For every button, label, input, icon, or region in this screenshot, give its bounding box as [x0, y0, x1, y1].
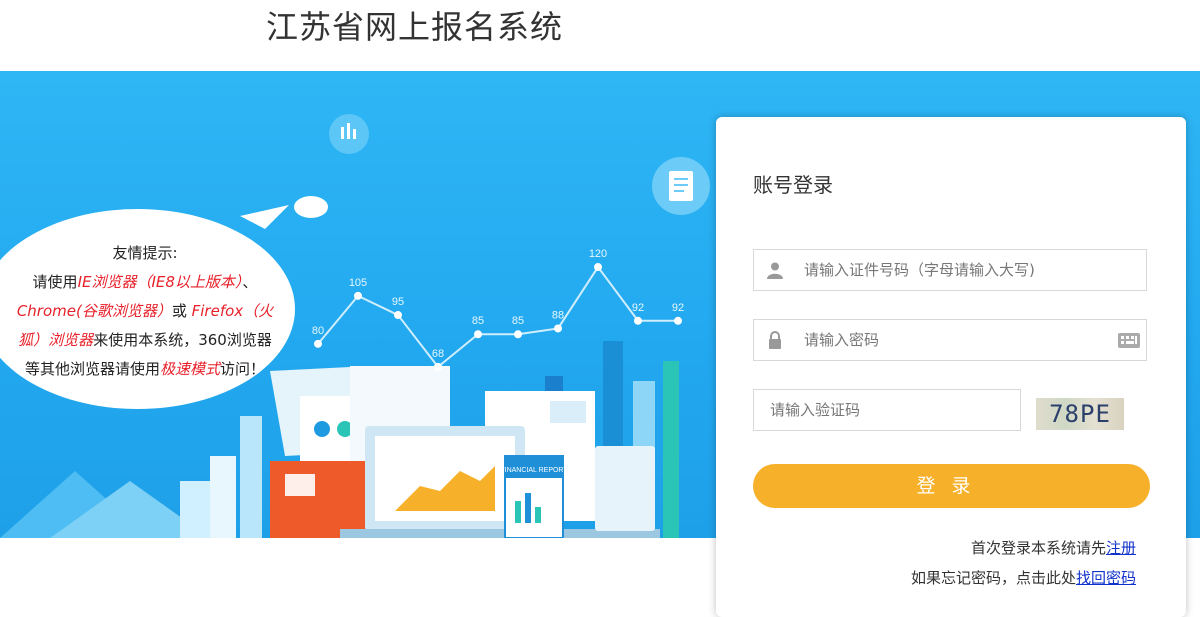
password-input[interactable] — [802, 330, 1106, 350]
keyboard-icon[interactable] — [1118, 333, 1140, 348]
chart-value-label: 88 — [552, 309, 564, 321]
speech-cloud — [294, 196, 328, 218]
chart-point — [554, 324, 562, 333]
chart-point — [674, 316, 682, 325]
tip-line-3: Chrome(谷歌浏览器）或 Firefox（火 — [16, 302, 274, 320]
tip-text: 友情提示: 请使用IE浏览器（IE8以上版本）、 Chrome(谷歌浏览器）或 … — [0, 239, 290, 384]
line-chart: 80 105 95 68 85 85 88 120 92 92 — [312, 248, 684, 371]
site-title: 江苏省网上报名系统 — [266, 8, 564, 46]
user-icon — [767, 262, 783, 279]
chart-value-label: 68 — [432, 348, 444, 360]
chart-value-label: 105 — [349, 277, 367, 289]
chart-line — [317, 265, 678, 369]
chart-point — [394, 311, 402, 320]
chart-point — [434, 362, 442, 371]
password-field[interactable] — [753, 319, 1147, 361]
forgot-row: 如果忘记密码，点击此处找回密码 — [910, 569, 1136, 587]
login-title: 账号登录 — [753, 173, 833, 197]
header: 江苏省网上报名系统 — [0, 0, 1200, 71]
forgot-password-link[interactable]: 找回密码 — [1076, 569, 1136, 587]
chart-value-label: 85 — [472, 315, 484, 327]
chart-point — [354, 291, 362, 300]
id-number-input[interactable] — [802, 260, 1136, 280]
tip-line-2: 请使用IE浏览器（IE8以上版本）、 — [32, 273, 258, 291]
tip-line-4: 狐）浏览器来使用本系统，360浏览器 — [18, 331, 272, 349]
chart-point — [634, 316, 642, 325]
tip-heading: 友情提示: — [112, 244, 178, 262]
register-row: 首次登录本系统请先注册 — [970, 539, 1136, 557]
chart-value-label: 80 — [312, 325, 324, 337]
chart-value-label: 92 — [672, 302, 684, 314]
login-button[interactable]: 登录 — [753, 464, 1150, 508]
chart-value-label: 85 — [512, 315, 524, 327]
orange-panel — [270, 461, 368, 538]
chart-value-label: 95 — [392, 296, 404, 308]
chart-value-label: 120 — [589, 248, 607, 260]
chart-point — [314, 339, 322, 348]
captcha-image[interactable]: 78PE — [1036, 398, 1124, 430]
login-card: 账号登录 78PE 登录 首次登录本系统请先注册 如果忘记密码，点击此处找回密码 — [716, 117, 1186, 617]
id-number-field[interactable] — [753, 249, 1147, 291]
captcha-input[interactable] — [768, 400, 1012, 420]
financial-report-label: FINANCIAL REPORT — [500, 467, 568, 474]
chart-point — [514, 330, 522, 339]
paper-plane-icon — [240, 205, 289, 229]
chart-point — [474, 330, 482, 339]
chart-value-label: 92 — [632, 302, 644, 314]
lock-icon — [769, 331, 781, 349]
register-link[interactable]: 注册 — [1106, 539, 1136, 557]
chart-point — [594, 263, 602, 272]
captcha-field[interactable] — [753, 389, 1021, 431]
tip-line-5: 等其他浏览器请使用极速模式访问！ — [24, 360, 266, 378]
